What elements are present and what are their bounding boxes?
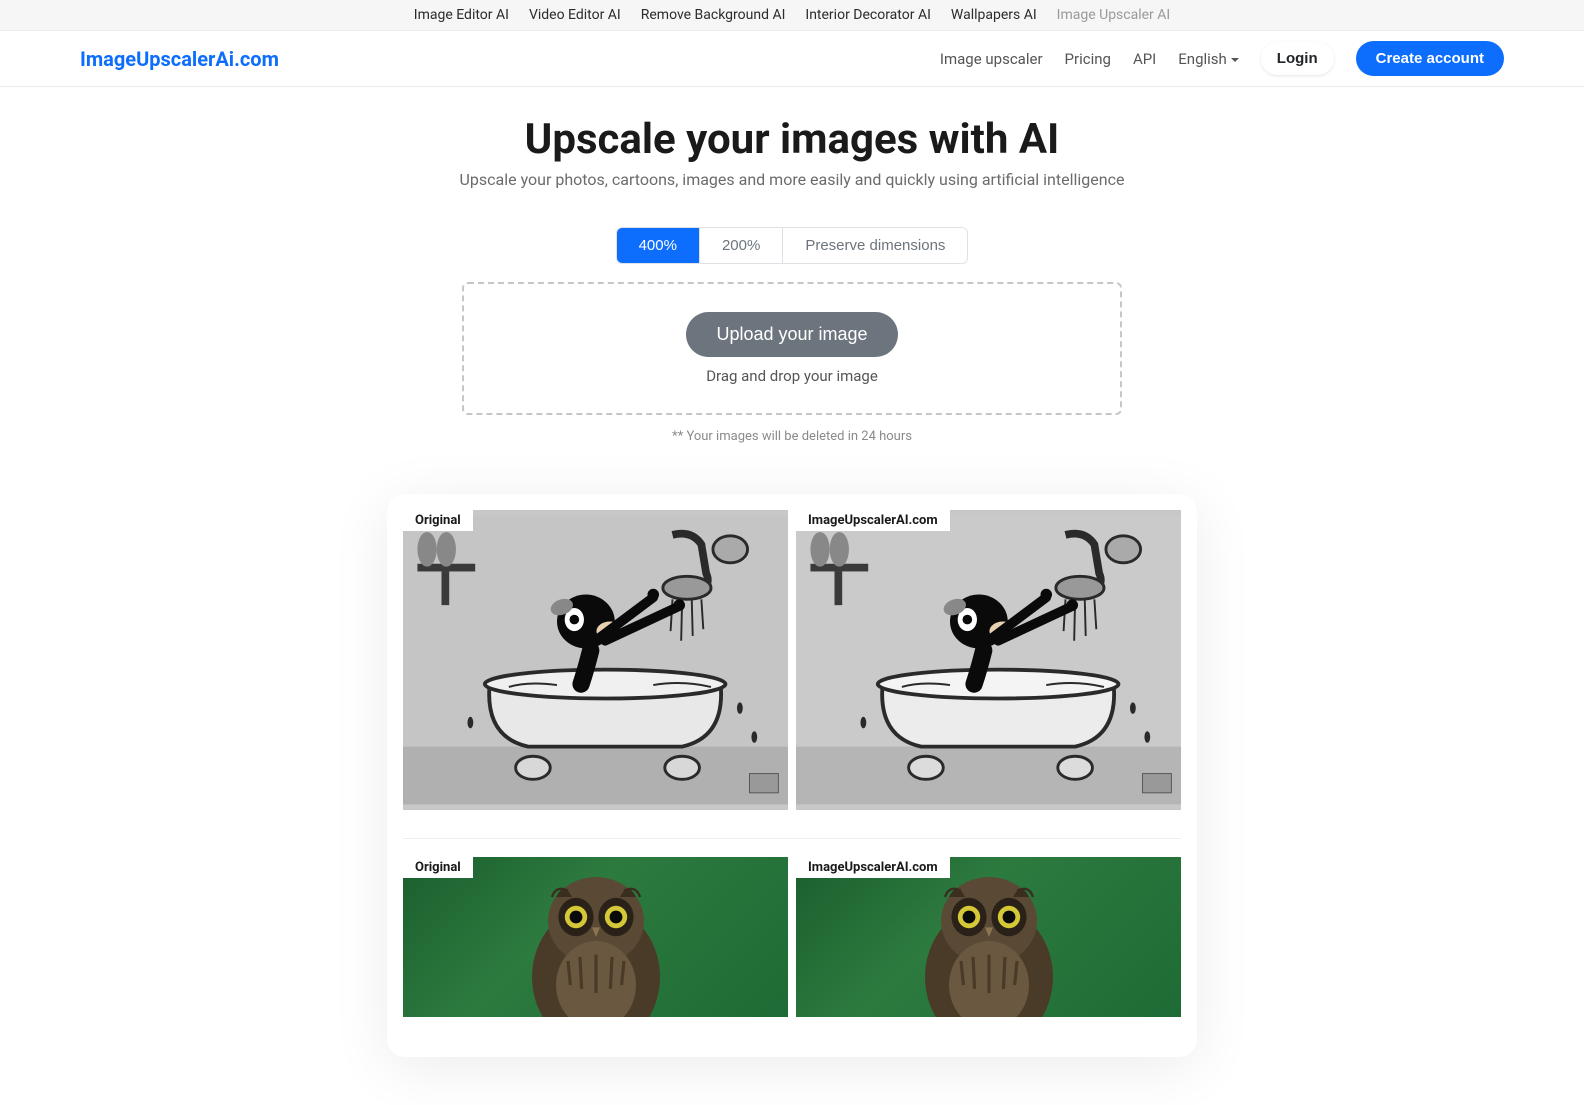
examples-card: Original xyxy=(387,494,1197,1057)
language-label: English xyxy=(1178,50,1227,68)
owl-illustration-icon xyxy=(442,857,750,1017)
label-original: Original xyxy=(403,857,473,878)
example-original-cartoon: Original xyxy=(403,510,788,810)
top-link-remove-bg[interactable]: Remove Background AI xyxy=(641,3,786,27)
cartoon-image xyxy=(403,510,788,810)
top-link-video-editor[interactable]: Video Editor AI xyxy=(529,3,621,27)
page-subtitle: Upscale your photos, cartoons, images an… xyxy=(20,170,1564,189)
cartoon-image-upscaled xyxy=(796,510,1181,810)
top-nav-bar: Image Editor AI Video Editor AI Remove B… xyxy=(0,0,1584,31)
example-original-owl: Original xyxy=(403,857,788,1017)
label-original: Original xyxy=(403,510,473,531)
deletion-note: ** Your images will be deleted in 24 hou… xyxy=(20,429,1564,444)
top-link-interior[interactable]: Interior Decorator AI xyxy=(805,3,931,27)
example-upscaled-cartoon: ImageUpscalerAI.com xyxy=(796,510,1181,810)
cartoon-illustration-icon xyxy=(796,510,1181,810)
scale-option-400[interactable]: 400% xyxy=(617,228,700,263)
page-title: Upscale your images with AI xyxy=(20,115,1564,164)
cartoon-illustration-icon xyxy=(403,510,788,810)
language-dropdown[interactable]: English xyxy=(1178,50,1239,68)
nav-link-upscaler[interactable]: Image upscaler xyxy=(940,50,1043,68)
upload-dropzone[interactable]: Upload your image Drag and drop your ima… xyxy=(462,282,1122,415)
example-upscaled-owl: ImageUpscalerAI.com xyxy=(796,857,1181,1017)
owl-illustration-icon xyxy=(835,857,1143,1017)
scale-options-group: 400% 200% Preserve dimensions xyxy=(616,227,969,264)
logo[interactable]: ImageUpscalerAi.com xyxy=(80,47,279,71)
top-link-wallpapers[interactable]: Wallpapers AI xyxy=(951,3,1037,27)
login-button[interactable]: Login xyxy=(1261,42,1334,75)
owl-image xyxy=(403,857,788,1017)
example-row-owl: Original xyxy=(403,838,1181,1017)
example-row-cartoon: Original xyxy=(403,510,1181,810)
top-link-image-editor[interactable]: Image Editor AI xyxy=(414,3,509,27)
label-upscaled: ImageUpscalerAI.com xyxy=(796,510,950,531)
nav-link-pricing[interactable]: Pricing xyxy=(1065,50,1111,68)
nav-right: Image upscaler Pricing API English Login… xyxy=(940,41,1504,76)
owl-image-upscaled xyxy=(796,857,1181,1017)
label-upscaled: ImageUpscalerAI.com xyxy=(796,857,950,878)
hero-section: Upscale your images with AI Upscale your… xyxy=(0,87,1584,1057)
scale-option-200[interactable]: 200% xyxy=(700,228,783,263)
nav-link-api[interactable]: API xyxy=(1133,50,1156,68)
top-link-upscaler[interactable]: Image Upscaler AI xyxy=(1057,3,1171,27)
upload-button[interactable]: Upload your image xyxy=(686,312,897,357)
drop-text: Drag and drop your image xyxy=(492,367,1092,385)
create-account-button[interactable]: Create account xyxy=(1356,41,1504,76)
main-nav: ImageUpscalerAi.com Image upscaler Prici… xyxy=(0,31,1584,87)
chevron-down-icon xyxy=(1231,58,1239,62)
scale-option-preserve[interactable]: Preserve dimensions xyxy=(783,228,967,263)
